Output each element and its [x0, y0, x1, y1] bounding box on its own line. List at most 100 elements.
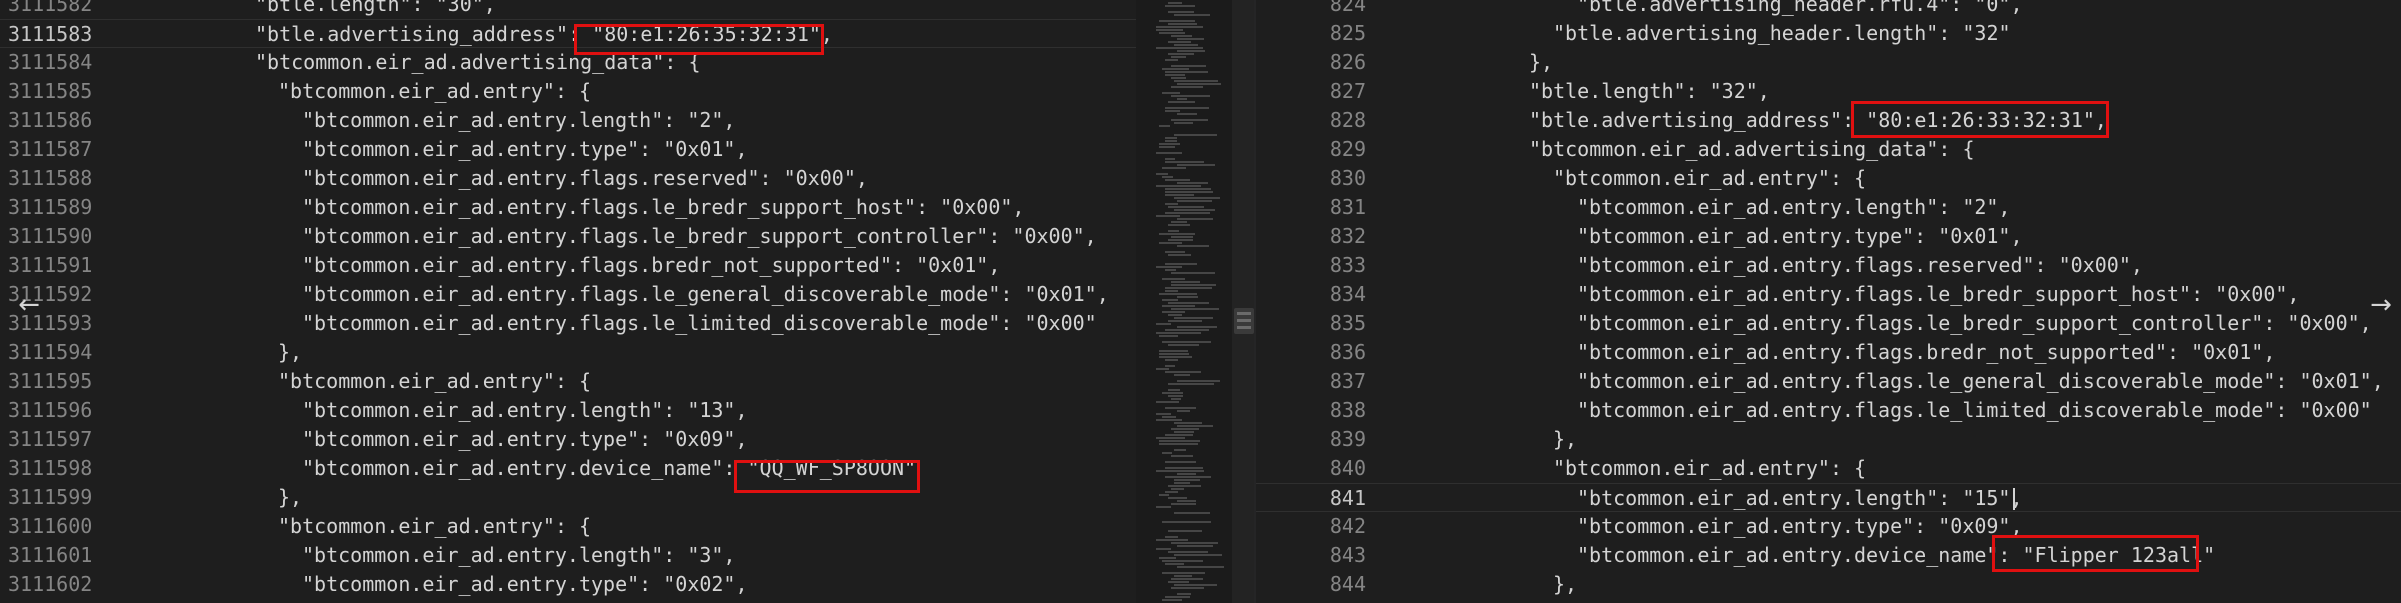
minimap-line	[1156, 323, 1171, 325]
minimap-line	[1162, 392, 1183, 394]
code-line[interactable]: 3111592 "btcommon.eir_ad.entry.flags.le_g…	[0, 280, 1136, 309]
code-text: "btle.advertising_address": "80:e1:26:35…	[255, 22, 833, 46]
minimap[interactable]	[1136, 0, 1256, 603]
minimap-line	[1156, 173, 1168, 175]
code-line[interactable]: 3111595 "btcommon.eir_ad.entry": {	[0, 367, 1136, 396]
minimap-line	[1159, 440, 1200, 442]
code-line[interactable]: 3111597 "btcommon.eir_ad.entry.type": "0x…	[0, 425, 1136, 454]
code-line[interactable]: 3111601 "btcommon.eir_ad.entry.length": "…	[0, 541, 1136, 570]
code-text: "btcommon.eir_ad.entry.flags.le_bredr_su…	[1577, 311, 2372, 335]
minimap-line	[1162, 68, 1189, 70]
minimap-line	[1156, 506, 1171, 508]
arrow-left-icon[interactable]: ←	[14, 290, 44, 320]
line-number: 3111582	[8, 0, 93, 16]
line-number: 837	[1329, 369, 1366, 393]
code-line[interactable]: 833 "btcommon.eir_ad.entry.flags.reserved…	[1256, 251, 2401, 280]
minimap-line	[1177, 164, 1215, 166]
minimap-line	[1168, 314, 1182, 316]
code-line[interactable]: 828 "btle.advertising_address": "80:e1:26…	[1256, 106, 2401, 135]
line-number: 3111588	[8, 166, 93, 190]
code-line[interactable]: 3111596 "btcommon.eir_ad.entry.length": "…	[0, 396, 1136, 425]
line-number: 3111596	[8, 398, 93, 422]
minimap-line	[1165, 188, 1211, 190]
minimap-line	[1165, 59, 1178, 61]
minimap-line	[1174, 209, 1215, 211]
minimap-line	[1165, 110, 1180, 112]
code-line[interactable]: 844},	[1256, 570, 2401, 599]
code-line[interactable]: 843 "btcommon.eir_ad.entry.device_name": …	[1256, 541, 2401, 570]
minimap-line	[1174, 584, 1217, 586]
minimap-line	[1177, 38, 1204, 40]
minimap-line	[1156, 29, 1183, 31]
line-number: 3111585	[8, 79, 93, 103]
code-line[interactable]: 832 "btcommon.eir_ad.entry.type": "0x01",	[1256, 222, 2401, 251]
minimap-line	[1156, 539, 1188, 541]
line-number: 3111600	[8, 514, 93, 538]
minimap-line	[1171, 308, 1219, 310]
code-line[interactable]: 831 "btcommon.eir_ad.entry.length": "2",	[1256, 193, 2401, 222]
code-line[interactable]: 3111585 "btcommon.eir_ad.entry": {	[0, 77, 1136, 106]
code-text: "btcommon.eir_ad.entry.device_name": "Fl…	[1577, 543, 2216, 567]
line-number: 3111583	[8, 22, 93, 46]
line-number: 3111586	[8, 108, 93, 132]
code-line[interactable]: 3111590 "btcommon.eir_ad.entry.flags.le_b…	[0, 222, 1136, 251]
line-number: 838	[1329, 398, 1366, 422]
code-line[interactable]: 3111594},	[0, 338, 1136, 367]
code-text: "btcommon.eir_ad.entry.flags.le_bredr_su…	[302, 195, 1025, 219]
minimap-line	[1159, 146, 1175, 148]
minimap-line	[1168, 581, 1189, 583]
minimap-line	[1162, 278, 1185, 280]
code-line[interactable]: 837 "btcommon.eir_ad.entry.flags.le_gener…	[1256, 367, 2401, 396]
code-line[interactable]: 839},	[1256, 425, 2401, 454]
code-line[interactable]: 827 "btle.length": "32",	[1256, 77, 2401, 106]
code-line[interactable]: 3111599},	[0, 483, 1136, 512]
code-line[interactable]: 825 "btle.advertising_header.length": "32…	[1256, 19, 2401, 48]
arrow-right-icon[interactable]: →	[2366, 290, 2396, 320]
code-line[interactable]: 836 "btcommon.eir_ad.entry.flags.bredr_no…	[1256, 338, 2401, 367]
minimap-line	[1168, 23, 1197, 25]
split-handle-icon[interactable]	[1234, 308, 1254, 334]
minimap-line	[1177, 182, 1208, 184]
code-line[interactable]: 3111591 "btcommon.eir_ad.entry.flags.bred…	[0, 251, 1136, 280]
line-number: 3111602	[8, 572, 93, 596]
code-line[interactable]: 3111598 "btcommon.eir_ad.entry.device_nam…	[0, 454, 1136, 483]
code-line[interactable]: 824 "btle.advertising_header.rfu.4": "0",	[1256, 0, 2401, 19]
code-line[interactable]: 834 "btcommon.eir_ad.entry.flags.le_bredr…	[1256, 280, 2401, 309]
code-text: "btcommon.eir_ad.entry.length": "2",	[302, 108, 736, 132]
code-line[interactable]: 3111602 "btcommon.eir_ad.entry.type": "0x…	[0, 570, 1136, 599]
minimap-line	[1159, 20, 1195, 22]
code-line[interactable]: 3111588 "btcommon.eir_ad.entry.flags.rese…	[0, 164, 1136, 193]
minimap-line	[1171, 428, 1199, 430]
code-line[interactable]: 826},	[1256, 48, 2401, 77]
minimap-line	[1171, 503, 1196, 505]
code-line[interactable]: 3111600 "btcommon.eir_ad.entry": {	[0, 512, 1136, 541]
minimap-line	[1156, 47, 1203, 49]
minimap-line	[1165, 407, 1196, 409]
code-line[interactable]: 829 "btcommon.eir_ad.advertising_data": {	[1256, 135, 2401, 164]
minimap-scrollbar[interactable]	[1232, 0, 1256, 603]
minimap-line	[1177, 545, 1213, 547]
minimap-line	[1174, 134, 1217, 136]
code-line[interactable]: 3111584 "btcommon.eir_ad.advertising_data…	[0, 48, 1136, 77]
code-line[interactable]: 840 "btcommon.eir_ad.entry": {	[1256, 454, 2401, 483]
code-line[interactable]: 841 "btcommon.eir_ad.entry.length": "15",	[1256, 483, 2401, 512]
minimap-line	[1165, 359, 1178, 361]
code-line[interactable]: 3111587 "btcommon.eir_ad.entry.type": "0x…	[0, 135, 1136, 164]
minimap-line	[1171, 86, 1203, 88]
code-line[interactable]: 838 "btcommon.eir_ad.entry.flags.le_limit…	[1256, 396, 2401, 425]
code-line[interactable]: 3111583 "btle.advertising_address": "80:e…	[0, 19, 1136, 48]
code-line[interactable]: 842 "btcommon.eir_ad.entry.type": "0x09",	[1256, 512, 2401, 541]
minimap-line	[1165, 191, 1213, 193]
code-line[interactable]: 835 "btcommon.eir_ad.entry.flags.le_bredr…	[1256, 309, 2401, 338]
code-line[interactable]: 3111586 "btcommon.eir_ad.entry.length": "…	[0, 106, 1136, 135]
minimap-line	[1168, 224, 1190, 226]
left-editor-pane[interactable]: 3111582 "btle.length": "30", 3111583 "btle.…	[0, 0, 1136, 603]
code-line[interactable]: 830 "btcommon.eir_ad.entry": {	[1256, 164, 2401, 193]
minimap-line	[1165, 74, 1185, 76]
minimap-line	[1159, 233, 1195, 235]
code-line[interactable]: 3111593 "btcommon.eir_ad.entry.flags.le_l…	[0, 309, 1136, 338]
right-editor-pane[interactable]: 824 "btle.advertising_header.rfu.4": "0",…	[1256, 0, 2401, 603]
code-line[interactable]: 3111582 "btle.length": "30",	[0, 0, 1136, 19]
minimap-line	[1177, 218, 1213, 220]
code-line[interactable]: 3111589 "btcommon.eir_ad.entry.flags.le_b…	[0, 193, 1136, 222]
